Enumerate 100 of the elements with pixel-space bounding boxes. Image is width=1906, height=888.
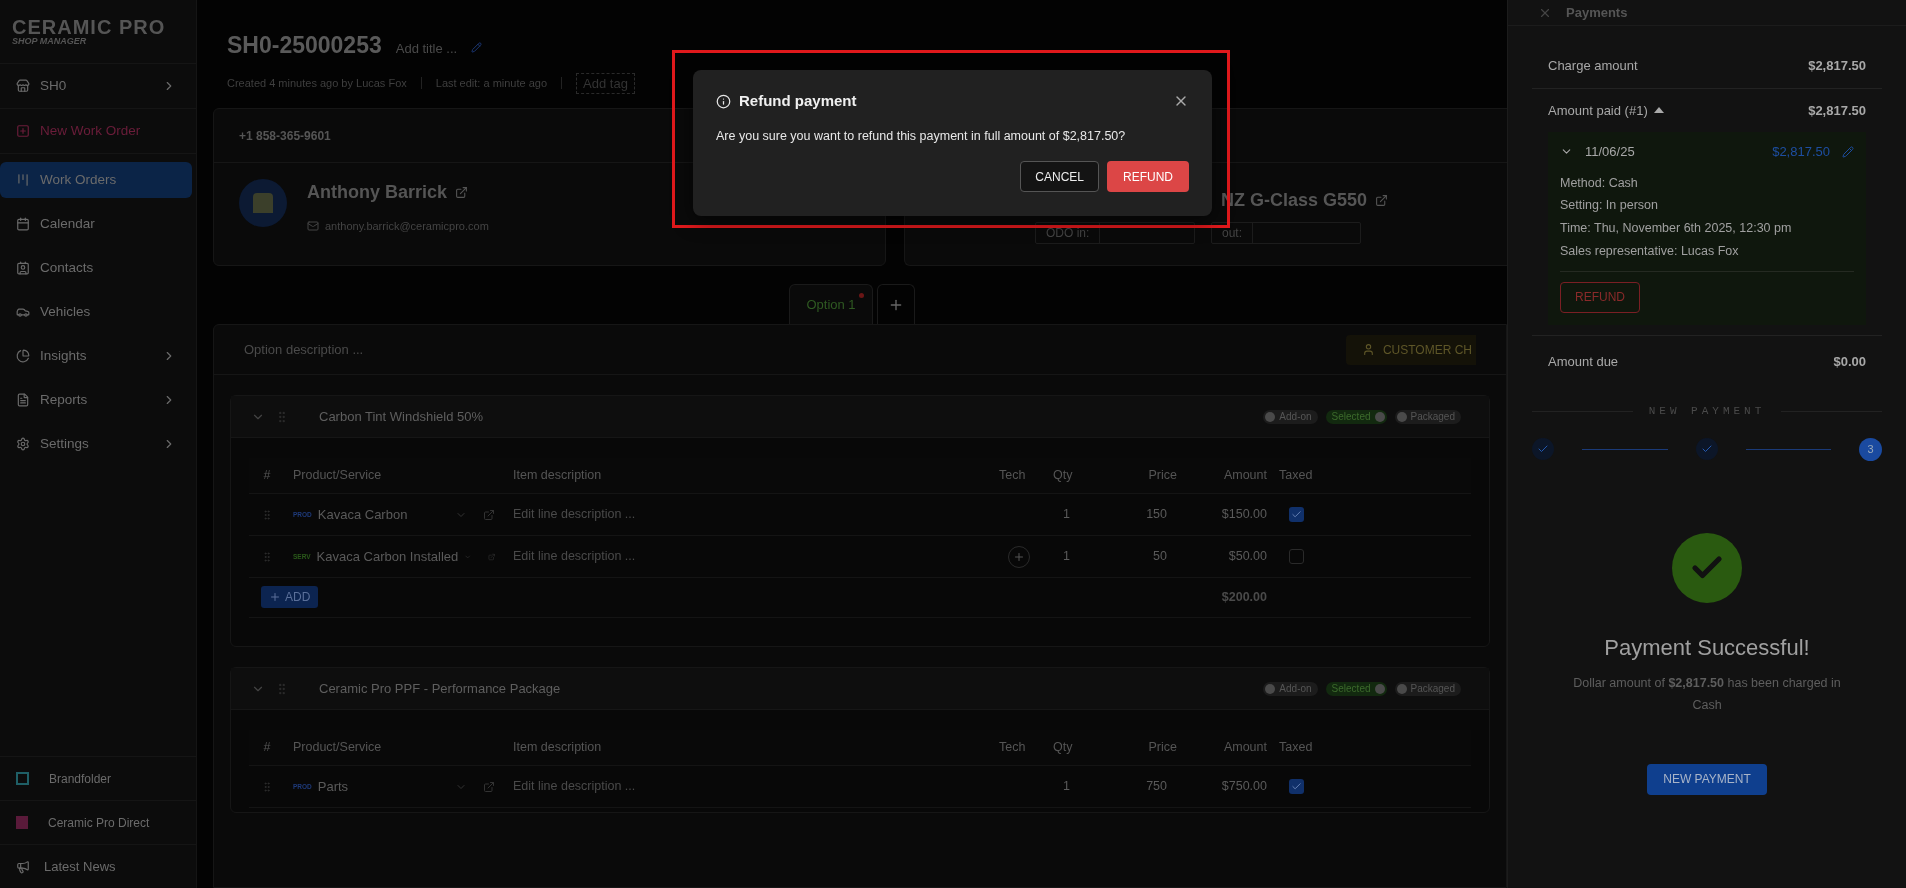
confirm-refund-button[interactable]: REFUND	[1107, 161, 1189, 193]
package-name: Ceramic Pro PPF - Performance Package	[319, 679, 561, 698]
toggle-label: Add-on	[1279, 682, 1312, 696]
toggle-pill[interactable]: Packaged	[1394, 681, 1461, 696]
toggle-pill[interactable]: Packaged	[1394, 409, 1461, 424]
group-total: $200.00	[1220, 589, 1268, 607]
column-header: Tech	[998, 467, 1027, 485]
plus-icon	[1013, 550, 1025, 563]
column-header: Taxed	[1278, 739, 1314, 757]
megaphone-icon	[16, 859, 30, 874]
charge-label: Charge amount	[1548, 57, 1638, 75]
cancel-button[interactable]: CANCEL	[1020, 161, 1099, 193]
dialog-title: Refund payment	[739, 91, 857, 111]
sidebar-item[interactable]: Vehicles	[0, 294, 192, 330]
person-icon	[1361, 343, 1375, 356]
price-cell-text: 50	[1152, 548, 1168, 566]
charge-value: $2,817.50	[1808, 57, 1866, 75]
sidebar-link[interactable]: Ceramic Pro Direct	[48, 813, 150, 832]
dialog-message: Are you sure you want to refund this payment in full amount of $2,817.50?	[716, 127, 1127, 145]
price-cell-text: 750	[1145, 778, 1168, 796]
square-logo-icon	[16, 772, 29, 785]
sidebar-label: New Work Order	[40, 121, 142, 140]
taxed-checkbox[interactable]	[1288, 779, 1304, 794]
sidebar-item[interactable]: New Work Order	[0, 113, 192, 149]
customer-button[interactable]: CUSTOMER CH	[1345, 334, 1476, 365]
external-link-icon[interactable]	[483, 508, 495, 521]
option-description-field[interactable]: Option description ...	[244, 339, 364, 360]
sidebar-label: SH0	[40, 76, 68, 95]
drag-handle-icon[interactable]	[261, 780, 273, 793]
contact-card-icon	[16, 261, 30, 275]
add-line-button[interactable]: ADD	[261, 585, 319, 608]
mail-icon	[307, 220, 319, 233]
last-edit-info: Last edit: a minute ago	[435, 76, 548, 91]
column-header: Product/Service	[292, 739, 383, 757]
plus-icon	[269, 590, 281, 603]
logo-title: CERAMIC PRO	[12, 18, 167, 36]
work-order-number: SH0-25000253	[227, 31, 382, 60]
pie-chart-icon	[16, 349, 30, 363]
calendar-icon	[16, 217, 30, 231]
odometer-out-field[interactable]: out:	[1211, 222, 1361, 244]
square-logo-icon	[16, 816, 28, 829]
sidebar-item[interactable]: SH0	[0, 68, 192, 104]
column-header: Item description	[512, 467, 603, 485]
external-link-icon[interactable]	[455, 186, 469, 199]
document-icon	[16, 393, 30, 407]
toggle-label: Selected	[1331, 410, 1371, 424]
product-name: Kavaca Carbon Installed	[316, 547, 459, 566]
sidebar-label: Work Orders	[40, 170, 118, 189]
description-field[interactable]: Edit line description ...	[505, 777, 991, 796]
sidebar-item[interactable]: Calendar	[0, 206, 192, 242]
check-icon	[1290, 509, 1302, 520]
amount-cell-text: $50.00	[1227, 548, 1268, 566]
option-tab[interactable]: Option 1	[789, 284, 873, 324]
sidebar-link[interactable]: Latest News	[44, 856, 116, 877]
column-header: Amount	[1222, 739, 1268, 757]
title-field[interactable]: Add title ...	[395, 39, 458, 59]
quantity-cell-text: 1	[1062, 548, 1071, 566]
external-link-icon[interactable]	[1375, 194, 1389, 207]
column-header: Item description	[512, 739, 603, 757]
customer-email: anthony.barrick@ceramicpro.com	[325, 219, 489, 234]
description-field[interactable]: Edit line description ...	[505, 505, 991, 524]
sidebar-item[interactable]: Settings	[0, 426, 192, 462]
column-header: Tech	[998, 739, 1027, 757]
column-header: Price	[1147, 739, 1178, 757]
sidebar-label: Settings	[40, 434, 90, 453]
description-field[interactable]: Edit line description ...	[505, 547, 991, 566]
amount-cell-text: $150.00	[1220, 506, 1268, 524]
payment-date: 11/06/25	[1585, 143, 1635, 161]
column-header: Product/Service	[292, 467, 383, 485]
sidebar-label: Contacts	[40, 258, 95, 277]
column-header: #	[262, 739, 272, 757]
refund-button[interactable]: REFUND	[1560, 281, 1640, 313]
edit-icon[interactable]	[1842, 145, 1854, 158]
sidebar-item[interactable]: Insights	[0, 338, 192, 374]
step-complete-icon	[1532, 438, 1554, 460]
amount-paid-value: $2,817.50	[1808, 101, 1866, 120]
amount-due-label: Amount due	[1548, 352, 1619, 371]
drag-handle-icon[interactable]	[261, 550, 273, 563]
new-payment-button[interactable]: NEW PAYMENT	[1647, 763, 1767, 795]
column-header: Qty	[1052, 739, 1074, 757]
external-link-icon[interactable]	[483, 780, 495, 793]
taxed-checkbox[interactable]	[1288, 549, 1304, 564]
sidebar-label: Calendar	[40, 214, 96, 233]
step-complete-icon	[1695, 438, 1718, 460]
product-name: Parts	[317, 777, 350, 796]
edit-icon[interactable]	[471, 42, 483, 53]
sidebar-link[interactable]: Brandfolder	[49, 769, 112, 788]
sidebar-item[interactable]: Reports	[0, 382, 192, 418]
taxed-checkbox[interactable]	[1288, 507, 1304, 522]
toggle-pill[interactable]: Add-on	[1263, 681, 1318, 696]
toggle-pill[interactable]: Selected	[1325, 681, 1387, 696]
sidebar-item[interactable]: Contacts	[0, 250, 192, 286]
toggle-pill[interactable]: Add-on	[1263, 409, 1318, 424]
drag-handle-icon[interactable]	[261, 508, 273, 521]
amount-paid-toggle[interactable]: Amount paid (#1)	[1548, 100, 1664, 120]
sidebar-item[interactable]: Work Orders	[0, 162, 192, 198]
toggle-pill[interactable]: Selected	[1325, 409, 1387, 424]
info-icon	[716, 93, 731, 109]
payment-detail: Time: Thu, November 6th 2025, 12:30 pm	[1560, 220, 1793, 237]
quantity-cell-text: 1	[1062, 778, 1071, 796]
